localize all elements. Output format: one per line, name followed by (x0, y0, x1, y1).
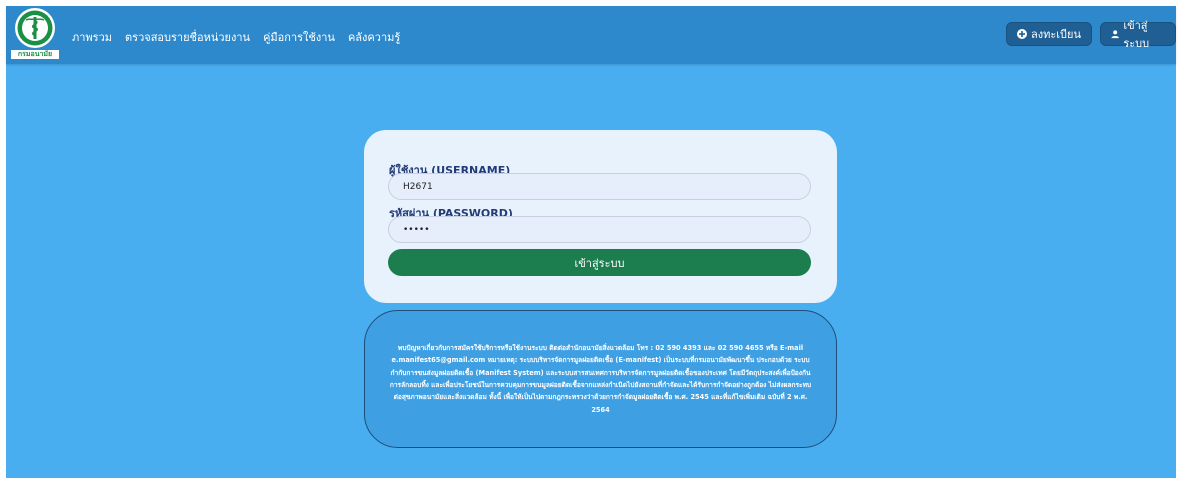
register-button-label: ลงทะเบียน (1031, 28, 1081, 41)
plus-circle-icon (1017, 29, 1027, 39)
logo-text: กรมอนามัย (11, 50, 59, 59)
login-card: ผู้ใช้งาน (USERNAME) รหัสผ่าน (PASSWORD)… (364, 130, 837, 303)
login-submit-button[interactable]: เข้าสู่ระบบ (388, 249, 811, 276)
nav-login-button-label: เข้าสู่ระบบ (1123, 19, 1150, 50)
username-input[interactable] (388, 173, 811, 200)
nav-link-user-manual[interactable]: คู่มือการใช้งาน (263, 28, 335, 46)
nav-link-knowledge-base[interactable]: คลังความรู้ (348, 28, 400, 46)
contact-info-box: พบปัญหาเกี่ยวกับการสมัครใช้บริการหรือใช้… (364, 310, 837, 448)
logo-emblem-icon (15, 8, 55, 48)
nav-link-overview[interactable]: ภาพรวม (72, 28, 112, 46)
contact-info-text: พบปัญหาเกี่ยวกับการสมัครใช้บริการหรือใช้… (389, 343, 812, 414)
page-background: กรมอนามัย ภาพรวม ตรวจสอบรายชื่อหน่วยงาน … (6, 6, 1176, 478)
password-input[interactable] (388, 216, 811, 243)
top-navbar: กรมอนามัย ภาพรวม ตรวจสอบรายชื่อหน่วยงาน … (6, 6, 1176, 64)
register-button[interactable]: ลงทะเบียน (1006, 22, 1092, 46)
department-of-health-logo[interactable]: กรมอนามัย (11, 7, 59, 61)
user-icon (1111, 30, 1119, 39)
nav-link-check-agencies[interactable]: ตรวจสอบรายชื่อหน่วยงาน (125, 28, 250, 46)
main-nav: ภาพรวม ตรวจสอบรายชื่อหน่วยงาน คู่มือการใ… (72, 28, 400, 46)
nav-login-button[interactable]: เข้าสู่ระบบ (1100, 19, 1176, 50)
